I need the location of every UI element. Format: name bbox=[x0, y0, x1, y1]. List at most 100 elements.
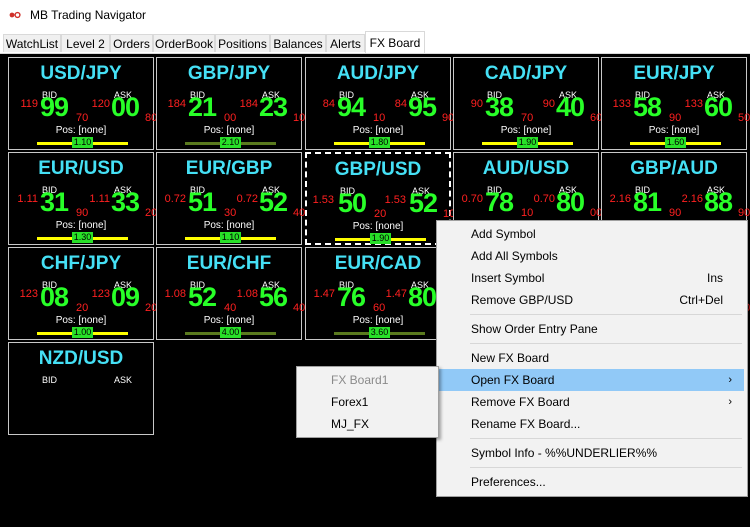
fx-cell-chf-jpy[interactable]: CHF/JPY BID ASK 123 08 20 123 09 20 Pos: [none] 1.… bbox=[8, 247, 157, 340]
menu-item-symbol-info[interactable]: Symbol Info - %%UNDERLIER%% bbox=[438, 442, 744, 464]
fx-cell-eur-cad[interactable]: EUR/CADBIDASK1.4776601.478020Pos: [none]… bbox=[305, 247, 454, 340]
ask-price[interactable]: 33 bbox=[111, 187, 140, 218]
fx-cell-gbp-jpy[interactable]: GBP/JPY BID ASK 184 21 00 184 23 10 Pos: [none] 2.… bbox=[156, 57, 306, 150]
context-menu: Add Symbol Add All Symbols Insert Symbol… bbox=[436, 220, 748, 497]
spread-bar-left bbox=[334, 332, 369, 335]
menu-item-remove-symbol[interactable]: Remove GBP/USD Ctrl+Del bbox=[438, 289, 744, 311]
spread-bar-right bbox=[93, 332, 128, 335]
fx-cell-usd-jpy[interactable]: USD/JPY BID ASK 119 99 70 120 00 80 Pos: [none] 1.… bbox=[8, 57, 157, 150]
submenu-item-mj-fx[interactable]: MJ_FX bbox=[298, 413, 437, 435]
tab-orderbook[interactable]: OrderBook bbox=[153, 34, 215, 52]
spread-bar-left bbox=[185, 332, 220, 335]
menu-item-add-symbol[interactable]: Add Symbol bbox=[438, 223, 744, 245]
tab-level-2[interactable]: Level 2 bbox=[61, 34, 110, 52]
menu-item-label: Symbol Info - %%UNDERLIER%% bbox=[471, 446, 658, 460]
ask-price[interactable]: 80 bbox=[408, 282, 437, 313]
spread-bar-right bbox=[241, 332, 276, 335]
bid-price[interactable]: 52 bbox=[188, 282, 217, 313]
ask-prefix: 1.47 bbox=[385, 288, 407, 300]
fx-cell-gbp-usd[interactable]: GBP/USD BID ASK 1.53 50 20 1.53 52 10 Pos: [none]… bbox=[305, 152, 455, 245]
fx-cell-eur-usd[interactable]: EUR/USD BID ASK 1.11 31 90 1.11 33 20 Pos: [none]… bbox=[8, 152, 157, 245]
bid-price[interactable]: 78 bbox=[485, 187, 514, 218]
fx-cell-aud-jpy[interactable]: AUD/JPY BID ASK 84 94 10 84 95 90 Pos: [none] 1.80 bbox=[305, 57, 454, 150]
menu-item-label: Add All Symbols bbox=[471, 249, 558, 263]
bid-price[interactable]: 31 bbox=[40, 187, 69, 218]
position-text: Pos: [none] bbox=[203, 315, 255, 326]
bid-price[interactable]: 08 bbox=[40, 282, 69, 313]
bid-price[interactable]: 81 bbox=[633, 187, 662, 218]
pair-label: EUR/GBP bbox=[185, 158, 273, 179]
tab-positions[interactable]: Positions bbox=[215, 34, 270, 52]
spread-value: 1.90 bbox=[370, 233, 391, 244]
ask-price[interactable]: 09 bbox=[111, 282, 140, 313]
tab-alerts[interactable]: Alerts bbox=[326, 34, 365, 52]
bid-price[interactable]: 99 bbox=[40, 92, 69, 123]
menu-item-new-fx-board[interactable]: New FX Board bbox=[438, 347, 744, 369]
app-logo-icon bbox=[9, 11, 21, 19]
bid-price[interactable]: 58 bbox=[633, 92, 662, 123]
bid-price[interactable]: 94 bbox=[337, 92, 366, 123]
menu-item-label: Preferences... bbox=[471, 475, 546, 489]
ask-suffix: 40 bbox=[293, 207, 306, 219]
menu-item-insert-symbol[interactable]: Insert Symbol Ins bbox=[438, 267, 744, 289]
ask-suffix: 10 bbox=[293, 112, 306, 124]
bid-suffix: 20 bbox=[374, 208, 387, 220]
ask-price[interactable]: 56 bbox=[259, 282, 288, 313]
ask-price[interactable]: 52 bbox=[259, 187, 288, 218]
tab-fx-board[interactable]: FX Board bbox=[365, 31, 425, 53]
fx-cell-eur-chf[interactable]: EUR/CHF BID ASK 1.08 52 40 1.08 56 40 Pos: [none]… bbox=[156, 247, 305, 340]
menu-item-show-order-entry-pane[interactable]: Show Order Entry Pane bbox=[438, 318, 744, 340]
menu-item-preferences[interactable]: Preferences... bbox=[438, 471, 744, 493]
menu-item-label: Rename FX Board... bbox=[471, 417, 581, 431]
ask-price[interactable]: 40 bbox=[556, 92, 585, 123]
bid-suffix: 30 bbox=[224, 207, 237, 219]
bid-prefix: 184 bbox=[167, 98, 186, 110]
ask-suffix: 90 bbox=[738, 207, 750, 219]
fx-cell-nzd-usd[interactable]: NZD/USD BID ASK bbox=[8, 342, 154, 435]
ask-price[interactable]: 60 bbox=[704, 92, 733, 123]
bid-price[interactable]: 21 bbox=[188, 92, 217, 123]
pair-label: GBP/AUD bbox=[630, 158, 718, 179]
spread-value: 1.10 bbox=[72, 137, 93, 148]
title-bar: MB Trading Navigator bbox=[0, 0, 750, 30]
menu-item-add-all-symbols[interactable]: Add All Symbols bbox=[438, 245, 744, 267]
bid-price[interactable]: 76 bbox=[337, 282, 366, 313]
submenu-item-forex1[interactable]: Forex1 bbox=[298, 391, 437, 413]
bid-suffix: 90 bbox=[76, 207, 89, 219]
bid-prefix: 1.53 bbox=[312, 194, 334, 206]
spread-bar-right bbox=[241, 142, 276, 145]
bid-price[interactable]: 51 bbox=[188, 187, 217, 218]
spread-bar-left bbox=[334, 142, 369, 145]
bid-price[interactable]: 50 bbox=[338, 188, 367, 219]
ask-price[interactable]: 00 bbox=[111, 92, 140, 123]
tab-watchlist[interactable]: WatchList bbox=[3, 34, 61, 52]
fx-cell-eur-gbp[interactable]: EUR/GBP BID ASK 0.72 51 30 0.72 52 40 Pos: [none]… bbox=[156, 152, 306, 245]
tab-orders[interactable]: Orders bbox=[110, 34, 153, 52]
menu-item-remove-fx-board[interactable]: Remove FX Board › bbox=[438, 391, 744, 413]
menu-item-label: Insert Symbol bbox=[471, 271, 545, 285]
bid-price[interactable]: 38 bbox=[485, 92, 514, 123]
pair-label: EUR/CHF bbox=[186, 253, 272, 274]
ask-price[interactable]: 88 bbox=[704, 187, 733, 218]
spread-bar-left bbox=[482, 142, 517, 145]
position-text: Pos: [none] bbox=[352, 125, 404, 136]
ask-price[interactable]: 95 bbox=[408, 92, 437, 123]
fx-cell-cad-jpy[interactable]: CAD/JPY BID ASK 90 38 70 90 40 60 Pos: [none] 1.90 bbox=[453, 57, 602, 150]
spread-value: 4.00 bbox=[220, 327, 241, 338]
menu-item-rename-fx-board[interactable]: Rename FX Board... bbox=[438, 413, 744, 435]
spread-bar-right bbox=[241, 237, 276, 240]
ask-price[interactable]: 80 bbox=[556, 187, 585, 218]
spread-value: 1.00 bbox=[72, 327, 93, 338]
position-text: Pos: [none] bbox=[55, 315, 107, 326]
ask-price[interactable]: 23 bbox=[259, 92, 288, 123]
bid-suffix: 20 bbox=[76, 302, 89, 314]
menu-item-open-fx-board[interactable]: Open FX Board › bbox=[438, 369, 744, 391]
bid-prefix: 0.72 bbox=[164, 193, 186, 205]
ask-price[interactable]: 52 bbox=[409, 188, 438, 219]
ask-prefix: 123 bbox=[91, 288, 110, 300]
spread-bar-left bbox=[185, 237, 220, 240]
spread-bar-right bbox=[538, 142, 573, 145]
fx-cell-eur-jpy[interactable]: EUR/JPY BID ASK 133 58 90 133 60 50 Pos: [none] 1.… bbox=[601, 57, 750, 150]
tab-balances[interactable]: Balances bbox=[270, 34, 326, 52]
ask-prefix: 0.70 bbox=[533, 193, 555, 205]
